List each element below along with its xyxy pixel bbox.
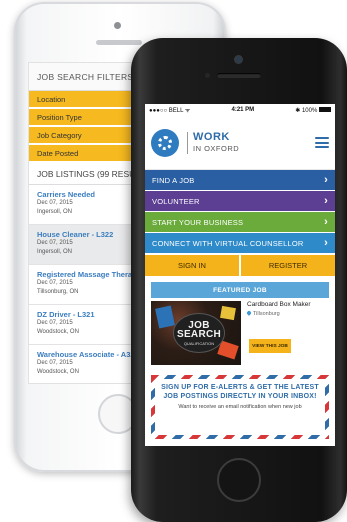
- featured-job-image[interactable]: JOB SEARCH QUALIFICATION: [151, 301, 241, 365]
- camera: [235, 56, 242, 63]
- logo[interactable]: [151, 128, 179, 157]
- speaker: [96, 40, 142, 45]
- featured-info: Cardboard Box Maker Tillsonburg VIEW THI…: [241, 301, 329, 365]
- featured-location-text: Tillsonburg: [253, 311, 280, 317]
- status-bar: ●●●○○ BELL ᯤ 4:21 PM ✱ 100%: [145, 104, 335, 116]
- e-alerts-body: Want to receive an email notification wh…: [178, 404, 302, 410]
- chevron-right-icon: ›: [324, 215, 328, 228]
- view-job-button[interactable]: VIEW THIS JOB: [249, 339, 291, 353]
- brand-wordmark[interactable]: WORK IN OXFORD: [187, 130, 240, 154]
- carrier-signal: ●●●○○ BELL ᯤ: [149, 108, 191, 114]
- nav-start-your-business[interactable]: START YOUR BUSINESS ›: [145, 212, 335, 233]
- e-alerts-content: SIGN UP FOR E-ALERTS & GET THE LATEST JO…: [155, 379, 325, 435]
- nav-virtual-counsellor[interactable]: CONNECT WITH VIRTUAL COUNSELLOR ›: [145, 233, 335, 254]
- hamburger-menu-icon[interactable]: [315, 137, 329, 148]
- main-nav: FIND A JOB › VOLUNTEER › START YOUR BUSI…: [145, 170, 335, 254]
- battery-text: ✱ 100%: [295, 107, 318, 114]
- featured-job-card: FEATURED JOB JOB SEARCH QUALIFICATION Ca…: [151, 282, 329, 365]
- sensor: [205, 73, 210, 78]
- battery-status: ✱ 100%: [295, 107, 331, 114]
- sign-in-button[interactable]: SIGN IN: [145, 255, 239, 276]
- brand-line2: IN OXFORD: [193, 143, 240, 153]
- featured-job-title[interactable]: Cardboard Box Maker: [247, 301, 329, 308]
- featured-body: JOB SEARCH QUALIFICATION Cardboard Box M…: [151, 301, 329, 365]
- nav-volunteer[interactable]: VOLUNTEER ›: [145, 191, 335, 212]
- front-phone-screen: ●●●○○ BELL ᯤ 4:21 PM ✱ 100% WORK IN OXFO…: [145, 104, 335, 446]
- speaker: [217, 73, 261, 78]
- nav-find-a-job[interactable]: FIND A JOB ›: [145, 170, 335, 191]
- nav-label: CONNECT WITH VIRTUAL COUNSELLOR: [152, 238, 304, 248]
- featured-heading: FEATURED JOB: [151, 282, 329, 298]
- register-button[interactable]: REGISTER: [241, 255, 335, 276]
- brand-line1: WORK: [193, 130, 230, 143]
- home-button: [217, 458, 261, 502]
- nav-label: FIND A JOB: [152, 175, 195, 185]
- featured-job-location: Tillsonburg: [246, 310, 329, 317]
- chevron-right-icon: ›: [324, 194, 328, 207]
- image-text-small: QUALIFICATION: [183, 340, 215, 346]
- device-mockup: JOB SEARCH FILTERS Location Position Typ…: [0, 0, 347, 522]
- chevron-right-icon: ›: [324, 236, 328, 249]
- app-header: WORK IN OXFORD: [145, 116, 335, 170]
- nav-label: START YOUR BUSINESS: [152, 217, 244, 227]
- e-alerts-banner[interactable]: SIGN UP FOR E-ALERTS & GET THE LATEST JO…: [151, 375, 329, 439]
- nav-label: VOLUNTEER: [152, 196, 200, 206]
- battery-icon: [318, 107, 331, 113]
- e-alerts-title: SIGN UP FOR E-ALERTS & GET THE LATEST JO…: [161, 384, 319, 400]
- location-pin-icon: [246, 310, 252, 316]
- camera: [114, 22, 121, 29]
- chevron-right-icon: ›: [324, 173, 328, 186]
- chalkboard-graphic: JOB SEARCH QUALIFICATION: [173, 313, 225, 353]
- front-phone: ●●●○○ BELL ᯤ 4:21 PM ✱ 100% WORK IN OXFO…: [131, 38, 347, 522]
- auth-buttons: SIGN IN REGISTER: [145, 255, 335, 276]
- image-text-big: JOB SEARCH: [176, 319, 222, 340]
- gear-icon: [158, 135, 172, 150]
- status-time: 4:21 PM: [231, 107, 255, 113]
